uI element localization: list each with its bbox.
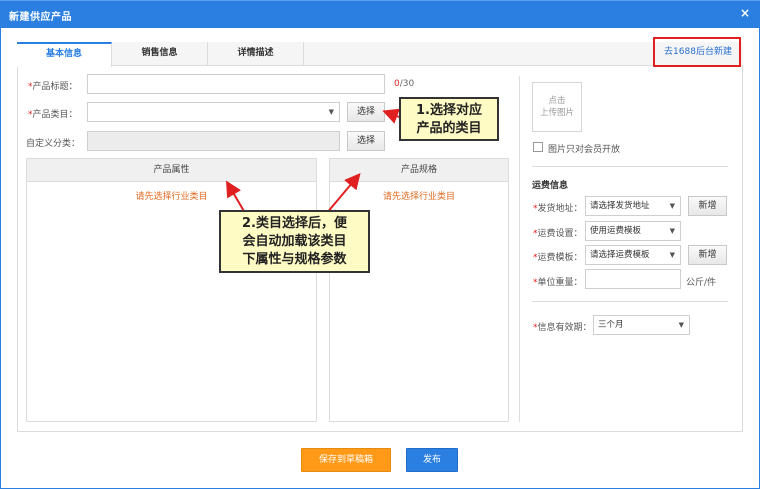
product-category-select[interactable]: ▼ [87,102,340,122]
add-freight-template-button[interactable]: 新增 [688,245,727,265]
tab-basic-info[interactable]: 基本信息 [17,42,112,67]
product-specs-box: 产品规格 请先选择行业类目 [329,158,509,422]
tab-bar: 基本信息 销售信息 详情描述 [17,42,743,67]
upload-image-button[interactable]: 点击 上传图片 [532,82,582,132]
counter-max: /30 [399,79,415,89]
chevron-down-icon: ▼ [678,321,684,329]
freight-setting-label: *运费设置： [533,226,583,239]
callout-note-1-line-1: 1.选择对应 [416,103,482,118]
members-only-checkbox[interactable] [533,142,543,152]
ship-from-label-text: 发货地址： [537,204,583,214]
freight-template-label: *运费模板： [533,250,583,263]
unit-weight-unit: 公斤/件 [686,278,717,288]
product-category-label: *产品类目： [28,107,78,120]
product-attributes-box: 产品属性 请先选择行业类目 [26,158,317,422]
product-attributes-hint: 请先选择行业类目 [135,192,208,202]
add-ship-from-button[interactable]: 新增 [688,196,727,216]
freight-setting-value: 使用运费模板 [590,226,642,236]
product-attributes-header: 产品属性 [27,159,316,182]
close-icon[interactable]: × [740,6,750,20]
divider [532,301,728,302]
ship-from-label: *发货地址： [533,201,583,214]
freight-setting-select[interactable]: 使用运费模板 ▼ [585,221,681,241]
validity-label: *信息有效期： [533,320,592,333]
product-title-label-text: 产品标题： [32,82,78,92]
freight-template-value: 请选择运费模板 [590,250,650,260]
product-title-input[interactable] [87,74,385,94]
product-specs-header: 产品规格 [330,159,508,182]
validity-value: 三个月 [598,320,624,330]
ship-from-select[interactable]: 请选择发货地址 ▼ [585,196,681,216]
chevron-down-icon: ▼ [669,202,675,210]
create-on-1688-link[interactable]: 去1688后台新建 [658,44,738,60]
product-category-label-text: 产品类目： [32,110,78,120]
chevron-down-icon: ▼ [328,108,334,116]
divider [532,166,728,167]
chevron-down-icon: ▼ [669,251,675,259]
select-category-button[interactable]: 选择 [347,102,385,122]
ship-from-value: 请选择发货地址 [590,201,650,211]
unit-weight-input[interactable] [585,269,681,289]
chevron-down-icon: ▼ [669,227,675,235]
product-specs-hint: 请先选择行业类目 [382,192,455,202]
tab-sales-info[interactable]: 销售信息 [112,42,208,66]
upload-line-1: 点击 [548,96,566,106]
freight-template-select[interactable]: 请选择运费模板 ▼ [585,245,681,265]
callout-note-1: 1.选择对应 产品的类目 [399,97,499,141]
product-title-label: *产品标题： [28,79,78,92]
callout-note-1-line-2: 产品的类目 [416,121,482,136]
validity-label-text: 信息有效期： [537,323,592,333]
tab-detail-description[interactable]: 详情描述 [208,42,304,66]
unit-weight-label: *单位重量： [533,275,583,288]
callout-note-2-line-3: 下属性与规格参数 [242,252,347,267]
shipping-section-title: 运费信息 [532,181,569,191]
select-custom-category-button[interactable]: 选择 [347,131,385,151]
freight-setting-label-text: 运费设置： [537,229,583,239]
freight-template-label-text: 运费模板： [537,253,583,263]
custom-category-label: 自定义分类： [26,139,81,149]
dialog-titlebar: 新建供应产品 × [0,0,760,28]
save-draft-button[interactable]: 保存到草稿箱 [301,448,391,472]
custom-category-input [87,131,340,151]
title-char-counter: 0/30 [394,79,414,89]
callout-note-2-line-1: 2.类目选择后，便 [242,216,347,231]
upload-line-2: 上传图片 [539,108,574,118]
dialog-title: 新建供应产品 [9,12,72,23]
members-only-label: 图片只对会员开放 [548,145,621,155]
column-divider [519,76,520,422]
callout-note-2: 2.类目选择后，便 会自动加载该类目 下属性与规格参数 [219,210,370,273]
publish-button[interactable]: 发布 [406,448,458,472]
callout-note-2-line-2: 会自动加载该类目 [242,234,347,249]
unit-weight-label-text: 单位重量： [537,278,583,288]
validity-select[interactable]: 三个月 ▼ [593,315,690,335]
